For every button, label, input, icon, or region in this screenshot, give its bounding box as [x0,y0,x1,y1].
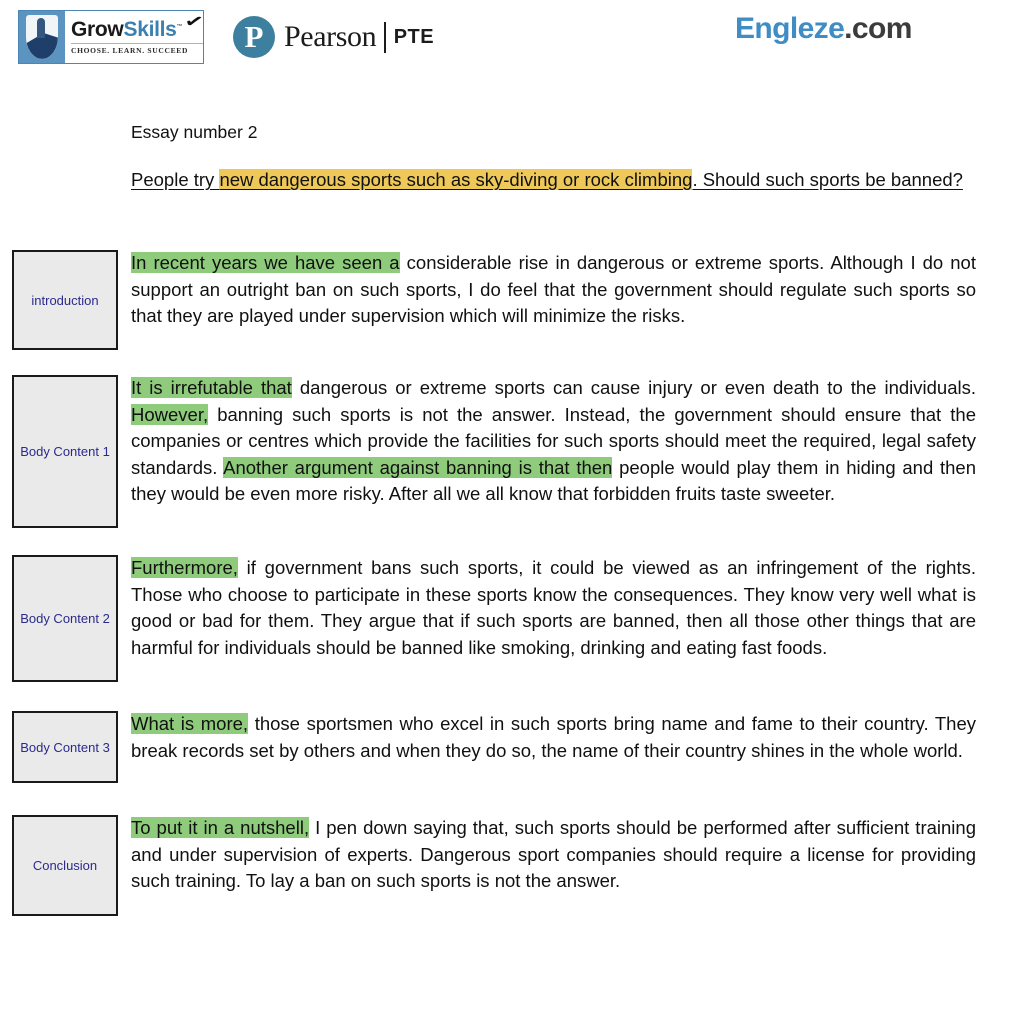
highlight-phrase-3: Another argument against banning is that… [223,456,613,478]
highlight-phrase-1: It is irrefutable that [131,377,292,398]
pearson-product-pte: PTE [393,26,435,48]
paragraph-body-text-1: dangerous or extreme sports can cause in… [291,377,977,398]
paragraph-body-text: those sportsmen who excel in such sports… [131,713,977,761]
section-paragraph-introduction: In recent years we have seen a considera… [131,250,976,330]
section-tag-body-content-1: Body Content 1 [12,375,118,528]
prompt-text-after: . Should such sports be banned? [692,169,963,190]
section-tag-body-content-3: Body Content 3 [12,711,118,783]
shield-crest-icon [19,11,65,63]
growskills-word-grow: Grow [71,18,124,41]
pearson-p-icon: P [233,16,275,58]
essay-prompt: People try new dangerous sports such as … [131,166,976,193]
section-paragraph-body-2: Furthermore, if government bans such spo… [131,555,976,661]
section-tag-body-content-2: Body Content 2 [12,555,118,682]
growskills-tagline: CHOOSE. LEARN. SUCCEED [71,43,203,55]
vertical-divider-icon [384,21,386,53]
growskills-logo: GrowSkills™ ✓ CHOOSE. LEARN. SUCCEED [18,10,205,64]
growskills-wordmark-block: GrowSkills™ ✓ CHOOSE. LEARN. SUCCEED [65,11,205,63]
essay-number-label: Essay number 2 [131,122,258,142]
section-paragraph-body-3: What is more, those sportsmen who excel … [131,711,976,764]
growskills-wordmark: GrowSkills™ ✓ [71,11,205,41]
highlight-phrase: Furthermore, [131,557,238,578]
highlight-phrase: To put it in a nutshell, [131,817,310,838]
prompt-highlighted-phrase: new dangerous sports such as sky-diving … [219,169,693,190]
highlight-phrase: What is more, [131,713,249,734]
trademark-symbol: ™ [176,24,183,30]
section-paragraph-conclusion: To put it in a nutshell, I pen down sayi… [131,815,976,895]
section-tag-conclusion: Conclusion [12,815,118,916]
engleze-tld: .com [844,12,912,45]
pearson-badge-letter: P [244,18,264,54]
prompt-text-before: People try [131,169,220,190]
highlight-phrase: In recent years we have seen a [131,252,400,273]
engleze-logo: Engleze.com [735,14,912,44]
engleze-brand-name: Engleze [735,12,845,45]
section-tag-introduction: introduction [12,250,118,350]
pearson-pte-logo: P Pearson PTE [233,14,434,60]
pearson-name: Pearson [284,20,377,53]
paragraph-body-text: if government bans such sports, it could… [131,557,976,658]
logo-header-bar: GrowSkills™ ✓ CHOOSE. LEARN. SUCCEED P P… [0,0,1024,78]
growskills-word-skills: Skills [123,18,177,41]
section-paragraph-body-1: It is irrefutable that dangerous or extr… [131,375,976,508]
checkmark-icon: ✓ [183,10,206,33]
highlight-phrase-2: However, [131,403,209,425]
